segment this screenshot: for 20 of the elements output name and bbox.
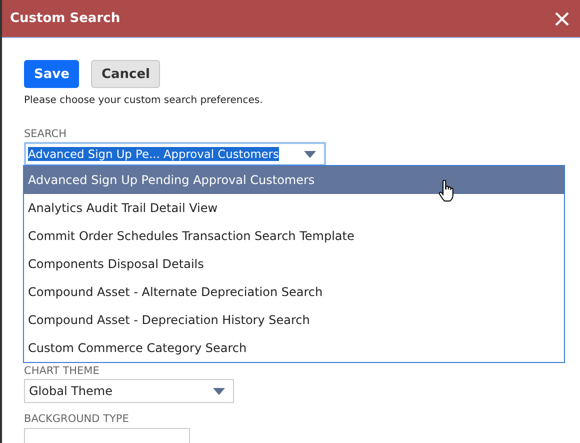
dropdown-option[interactable]: Components Disposal Details	[24, 250, 564, 278]
instructions-text: Please choose your custom search preferences.	[24, 95, 264, 106]
save-button[interactable]: Save	[24, 60, 80, 88]
close-icon[interactable]	[554, 10, 570, 26]
dropdown-option[interactable]: Analytics Audit Trail Detail View	[24, 194, 564, 222]
hand-cursor-icon	[438, 180, 454, 202]
field-label: SEARCH	[24, 128, 68, 140]
dropdown-option[interactable]: Commit Order Schedules Transaction Search Template	[24, 222, 564, 250]
dropdown-option[interactable]: Compound Asset - Depreciation History Search	[24, 306, 564, 334]
select-value: Global Theme	[29, 384, 112, 398]
caret-icon	[213, 388, 225, 394]
window-title: Custom Search	[10, 11, 120, 26]
field-label: BACKGROUND TYPE	[24, 413, 130, 425]
chart-theme-select[interactable]: Global Theme	[24, 379, 234, 403]
cancel-button[interactable]: Cancel	[91, 60, 160, 88]
caret-icon	[304, 150, 316, 158]
dropdown-option[interactable]: Custom Commerce Category Search	[24, 334, 564, 362]
dropdown-option[interactable]: Advanced Sign Up Pending Approval Customers	[24, 166, 564, 194]
field-label: CHART THEME	[24, 365, 100, 377]
dropdown-option[interactable]: Compound Asset - Alternate Depreciation Search	[24, 278, 564, 306]
